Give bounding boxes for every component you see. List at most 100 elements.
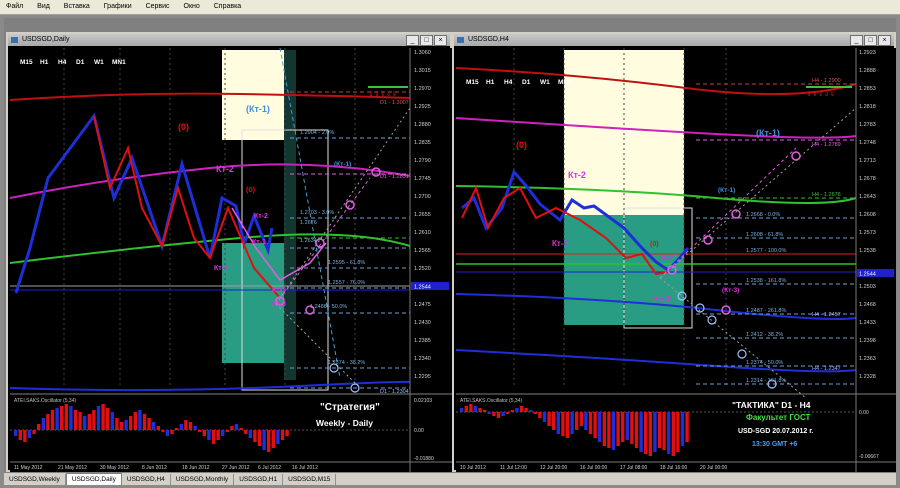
window-title: USDSGD,H4 bbox=[468, 36, 509, 43]
tab-daily[interactable]: USDSGD,Daily bbox=[65, 473, 122, 485]
level-label: 1.2904 - 2.0% bbox=[300, 130, 334, 136]
window-titlebar[interactable]: USDSGD,H4 _ □ × bbox=[454, 34, 894, 46]
pair-date: USD-SGD 20.07.2012 г. bbox=[738, 428, 813, 435]
osc-tick: 0.00 bbox=[414, 428, 424, 434]
maximize-button[interactable]: □ bbox=[864, 35, 877, 46]
oscillator-bar bbox=[73, 410, 78, 430]
level-h4-5: H4 - 1.2347 bbox=[812, 366, 841, 372]
price-tick: 1.2538 bbox=[859, 248, 876, 254]
oscillator-bar bbox=[161, 430, 165, 432]
oscillator-bar bbox=[253, 430, 257, 442]
price-tick: 1.2328 bbox=[859, 374, 876, 380]
osc-title: ATEI.SAKS.Oscillator (5,34) bbox=[460, 398, 522, 404]
menu-tools[interactable]: Сервис bbox=[140, 0, 176, 12]
tab-h4[interactable]: USDSGD,H4 bbox=[122, 474, 171, 485]
oscillator-bar bbox=[538, 412, 542, 418]
price-tick: 1.2745 bbox=[414, 176, 431, 182]
tf-d1[interactable]: D1 bbox=[76, 59, 85, 66]
level-label: 1.2487 - 261.8% bbox=[746, 308, 786, 314]
oscillator-bar bbox=[207, 430, 211, 440]
date-tick: 16 Jul 2012 bbox=[292, 465, 318, 471]
oscillator-bar bbox=[152, 422, 156, 430]
oscillator-bar bbox=[165, 430, 170, 436]
tab-m15[interactable]: USDSGD,M15 bbox=[283, 474, 337, 485]
close-button[interactable]: × bbox=[434, 35, 447, 46]
oscillator-bar bbox=[142, 414, 147, 430]
oscillator-bar bbox=[542, 412, 547, 422]
oscillator-bar bbox=[198, 430, 202, 432]
oscillator-bar bbox=[630, 412, 634, 444]
tf-h1[interactable]: H1 bbox=[486, 79, 495, 86]
date-tick: 6 Jul 2012 bbox=[258, 465, 281, 471]
price-tick: 1.2573 bbox=[859, 230, 876, 236]
level-label: 1.2486 - 50.0% bbox=[310, 304, 347, 310]
menu-window[interactable]: Окно bbox=[178, 0, 206, 12]
date-tick: 30 May 2012 bbox=[100, 465, 129, 471]
strategy-title: "Стратегия" bbox=[320, 402, 380, 413]
oscillator-bar bbox=[221, 430, 225, 436]
level-label: 1.2634 bbox=[300, 238, 317, 244]
chart-window-daily[interactable]: USDSGD,Daily _ □ × M15 H1 H4 D1 W1 MN1 (… bbox=[6, 32, 452, 472]
label-kt3b: Кт-3 bbox=[272, 301, 286, 308]
tf-h4[interactable]: H4 bbox=[58, 59, 67, 66]
menu-charts[interactable]: Графики bbox=[98, 0, 138, 12]
oscillator-bar bbox=[579, 412, 583, 426]
level-label: 1.2608 - 61.8% bbox=[746, 232, 783, 238]
chart-window-h4[interactable]: USDSGD,H4 _ □ × M15 H1 H4 D1 W1 MN1 (0) … bbox=[452, 32, 896, 472]
level-label: 1.2412 - 38.2% bbox=[746, 332, 783, 338]
current-price: 1.2544 bbox=[414, 285, 431, 291]
oscillator-bar bbox=[644, 412, 648, 454]
oscillator-bar bbox=[230, 426, 234, 430]
minimize-button[interactable]: _ bbox=[850, 35, 863, 46]
tab-weekly[interactable]: USDSGD,Weekly bbox=[4, 474, 66, 485]
oscillator-bar bbox=[524, 408, 528, 412]
tf-h4[interactable]: H4 bbox=[504, 79, 513, 86]
menu-file[interactable]: Файл bbox=[0, 0, 29, 12]
label-kt2: Кт-2 bbox=[568, 170, 586, 180]
down-arrows-icon: ⇓⇓⇓⇓⇓ bbox=[368, 90, 397, 98]
date-tick: 18 Jul 16:00 bbox=[660, 465, 687, 471]
tab-h1[interactable]: USDSGD,H1 bbox=[234, 474, 284, 485]
price-chart[interactable]: M15 H1 H4 D1 W1 MN1 (0) (Кт-1) Кт-2 (0) … bbox=[10, 48, 452, 472]
tf-w1[interactable]: W1 bbox=[540, 79, 550, 86]
price-tick: 1.2295 bbox=[414, 374, 431, 380]
tf-m15[interactable]: M15 bbox=[20, 59, 33, 66]
oscillator-bar bbox=[552, 412, 556, 430]
tab-monthly[interactable]: USDSGD,Monthly bbox=[171, 474, 235, 485]
level-label: 1.2374 - 38.2% bbox=[328, 360, 365, 366]
level-label: 1.2538 - 161.8% bbox=[746, 278, 786, 284]
price-tick: 1.2610 bbox=[414, 230, 431, 236]
chart-window-icon bbox=[11, 37, 18, 43]
tf-h1[interactable]: H1 bbox=[40, 59, 49, 66]
close-button[interactable]: × bbox=[878, 35, 891, 46]
chart-tabs: USDSGD,Weekly USDSGD,Daily USDSGD,H4 USDSGD… bbox=[4, 473, 896, 485]
menu-view[interactable]: Вид bbox=[31, 0, 56, 12]
minimize-button[interactable]: _ bbox=[406, 35, 419, 46]
price-tick: 1.3015 bbox=[414, 68, 431, 74]
tf-m15[interactable]: M15 bbox=[466, 79, 479, 86]
price-chart[interactable]: M15 H1 H4 D1 W1 MN1 (0) (Кт-1) Кт-2 Кт-1… bbox=[456, 48, 896, 472]
oscillator-bar bbox=[464, 406, 468, 412]
oscillator-bar bbox=[64, 404, 68, 430]
label-kt1b: Кт-1 bbox=[252, 239, 266, 246]
menu-insert[interactable]: Вставка bbox=[58, 0, 96, 12]
level-h4-4: H4 - 1.2457 bbox=[812, 312, 841, 318]
oscillator-bar bbox=[156, 426, 160, 430]
tf-w1[interactable]: W1 bbox=[94, 59, 104, 66]
price-tick: 1.2503 bbox=[859, 284, 876, 290]
oscillator-bar bbox=[662, 412, 666, 450]
oscillator-bar bbox=[101, 404, 105, 430]
oscillator-bar bbox=[533, 412, 537, 414]
tf-mn1[interactable]: MN1 bbox=[558, 79, 572, 86]
oscillator-bar bbox=[570, 412, 574, 434]
menu-help[interactable]: Справка bbox=[208, 0, 247, 12]
oscillator-bar bbox=[60, 406, 64, 430]
oscillator-bar bbox=[119, 422, 124, 430]
window-titlebar[interactable]: USDSGD,Daily _ □ × bbox=[8, 34, 450, 46]
oscillator-bar bbox=[565, 412, 570, 438]
tf-mn1[interactable]: MN1 bbox=[112, 59, 126, 66]
tf-d1[interactable]: D1 bbox=[522, 79, 531, 86]
oscillator-bar bbox=[138, 410, 142, 430]
oscillator-bar bbox=[179, 424, 183, 430]
maximize-button[interactable]: □ bbox=[420, 35, 433, 46]
